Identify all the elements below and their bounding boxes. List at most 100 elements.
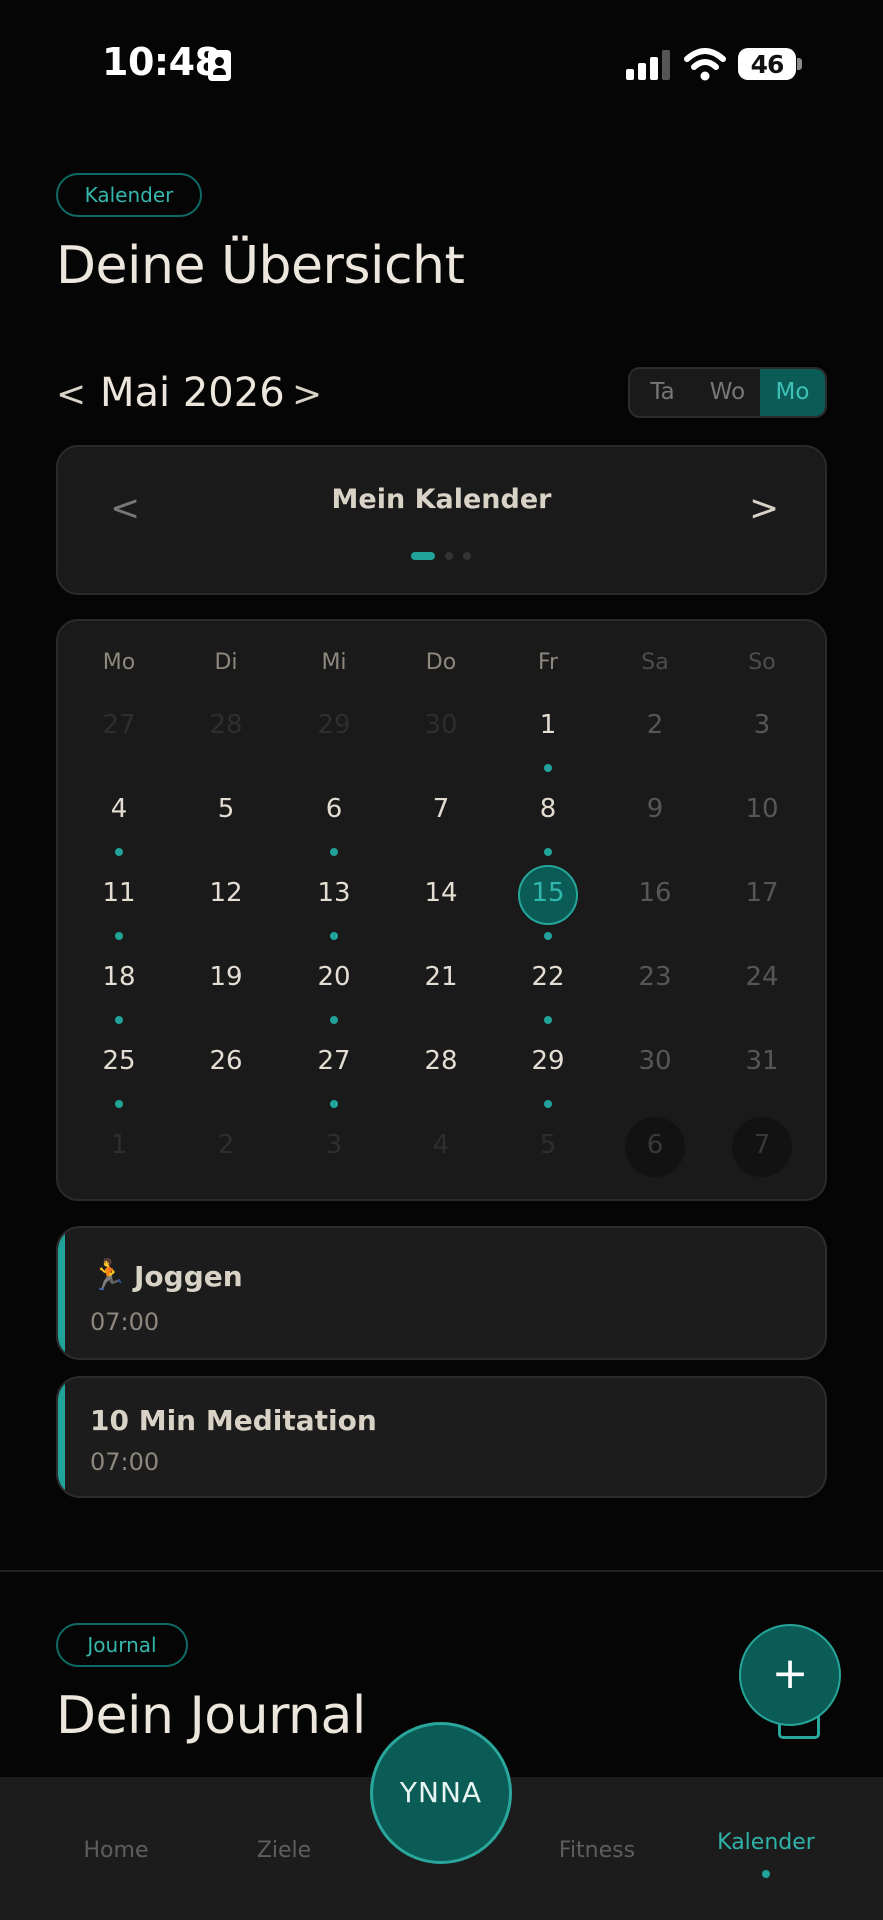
event-color-bar [58, 1228, 65, 1358]
day-cell[interactable]: 6 [615, 1130, 695, 1160]
contact-card-icon [208, 50, 231, 81]
running-emoji-icon: 🏃 [90, 1258, 128, 1293]
next-month-button[interactable]: > [292, 374, 322, 415]
day-cell[interactable]: 30 [615, 1046, 695, 1076]
day-cell[interactable]: 29 [508, 1046, 588, 1076]
day-cell[interactable]: 12 [186, 878, 266, 908]
wifi-icon [684, 48, 726, 81]
event-dot [544, 1100, 552, 1108]
event-color-bar [58, 1378, 65, 1496]
tab-kalender[interactable]: Kalender [686, 1830, 846, 1855]
event-dot [330, 1016, 338, 1024]
event-card[interactable]: 10 Min Meditation 07:00 [56, 1376, 827, 1498]
prev-month-button[interactable]: < [56, 374, 86, 415]
weekday-label: Do [425, 650, 457, 675]
month-label: Mai 2026 [100, 370, 285, 416]
month-grid [56, 619, 827, 1201]
event-dot [115, 1016, 123, 1024]
day-cell[interactable]: 3 [722, 710, 802, 740]
tab-fitness[interactable]: Fitness [517, 1838, 677, 1863]
event-time: 07:00 [90, 1448, 160, 1476]
battery-icon: 46 [738, 48, 796, 80]
event-dot [115, 932, 123, 940]
section-divider [0, 1570, 883, 1572]
day-cell[interactable]: 7 [401, 794, 481, 824]
day-cell[interactable]: 4 [401, 1130, 481, 1160]
day-cell[interactable]: 1 [508, 710, 588, 740]
event-title: 10 Min Meditation [90, 1404, 377, 1437]
status-time: 10:48 [102, 40, 221, 84]
view-day-button[interactable]: Ta [630, 369, 695, 416]
day-cell[interactable]: 7 [722, 1130, 802, 1160]
day-cell[interactable]: 29 [294, 710, 374, 740]
day-cell[interactable]: 1 [79, 1130, 159, 1160]
day-cell-today[interactable]: 15 [508, 878, 588, 908]
day-cell[interactable]: 25 [79, 1046, 159, 1076]
view-week-button[interactable]: Wo [695, 369, 760, 416]
next-calendar-button[interactable]: > [749, 488, 779, 529]
day-cell[interactable]: 30 [401, 710, 481, 740]
page-title: Deine Übersicht [56, 236, 465, 296]
weekday-label: Di [214, 650, 238, 675]
day-cell[interactable]: 24 [722, 962, 802, 992]
journal-title: Dein Journal [56, 1686, 366, 1746]
day-cell[interactable]: 2 [186, 1130, 266, 1160]
event-time: 07:00 [90, 1308, 160, 1336]
day-cell[interactable]: 27 [79, 710, 159, 740]
add-button[interactable]: + [739, 1624, 841, 1726]
day-cell[interactable]: 9 [615, 794, 695, 824]
weekday-label: Fr [537, 650, 559, 675]
day-cell[interactable]: 27 [294, 1046, 374, 1076]
journal-tag: Journal [56, 1623, 188, 1667]
battery-level: 46 [750, 50, 785, 79]
view-mode-toggle: Ta Wo Mo [628, 367, 827, 418]
active-tab-indicator [762, 1870, 770, 1878]
event-dot [115, 848, 123, 856]
page-dot [463, 552, 471, 560]
event-dot [330, 932, 338, 940]
weekday-label: Mi [321, 650, 347, 675]
day-cell[interactable]: 5 [186, 794, 266, 824]
day-cell[interactable]: 22 [508, 962, 588, 992]
page-dot [445, 552, 453, 560]
day-cell[interactable]: 21 [401, 962, 481, 992]
weekday-label: Sa [641, 650, 669, 675]
day-cell[interactable]: 17 [722, 878, 802, 908]
day-cell[interactable]: 31 [722, 1046, 802, 1076]
day-cell[interactable]: 26 [186, 1046, 266, 1076]
tab-home[interactable]: Home [36, 1838, 196, 1863]
day-cell[interactable]: 13 [294, 878, 374, 908]
view-month-button[interactable]: Mo [760, 369, 825, 416]
day-cell[interactable]: 2 [615, 710, 695, 740]
day-cell[interactable]: 11 [79, 878, 159, 908]
day-cell[interactable]: 28 [401, 1046, 481, 1076]
day-cell[interactable]: 28 [186, 710, 266, 740]
event-dot [544, 848, 552, 856]
day-cell[interactable]: 16 [615, 878, 695, 908]
event-dot [330, 1100, 338, 1108]
day-cell[interactable]: 23 [615, 962, 695, 992]
ynna-logo-button[interactable]: YNNA [370, 1722, 512, 1864]
day-cell[interactable]: 20 [294, 962, 374, 992]
day-cell[interactable]: 14 [401, 878, 481, 908]
day-cell[interactable]: 4 [79, 794, 159, 824]
day-cell[interactable]: 6 [294, 794, 374, 824]
calendar-tag: Kalender [56, 173, 202, 217]
tab-ziele[interactable]: Ziele [204, 1838, 364, 1863]
event-card[interactable]: 🏃 Joggen 07:00 [56, 1226, 827, 1360]
day-cell[interactable]: 10 [722, 794, 802, 824]
event-dot [544, 764, 552, 772]
weekday-label: Mo [102, 650, 136, 675]
weekday-label: So [748, 650, 776, 675]
cellular-signal-icon [626, 50, 670, 80]
event-dot [544, 1016, 552, 1024]
battery-cap [797, 58, 802, 70]
day-cell[interactable]: 18 [79, 962, 159, 992]
day-cell[interactable]: 8 [508, 794, 588, 824]
day-cell[interactable]: 3 [294, 1130, 374, 1160]
page-dot [411, 552, 435, 560]
event-dot [330, 848, 338, 856]
day-cell[interactable]: 19 [186, 962, 266, 992]
event-dot [115, 1100, 123, 1108]
day-cell[interactable]: 5 [508, 1130, 588, 1160]
